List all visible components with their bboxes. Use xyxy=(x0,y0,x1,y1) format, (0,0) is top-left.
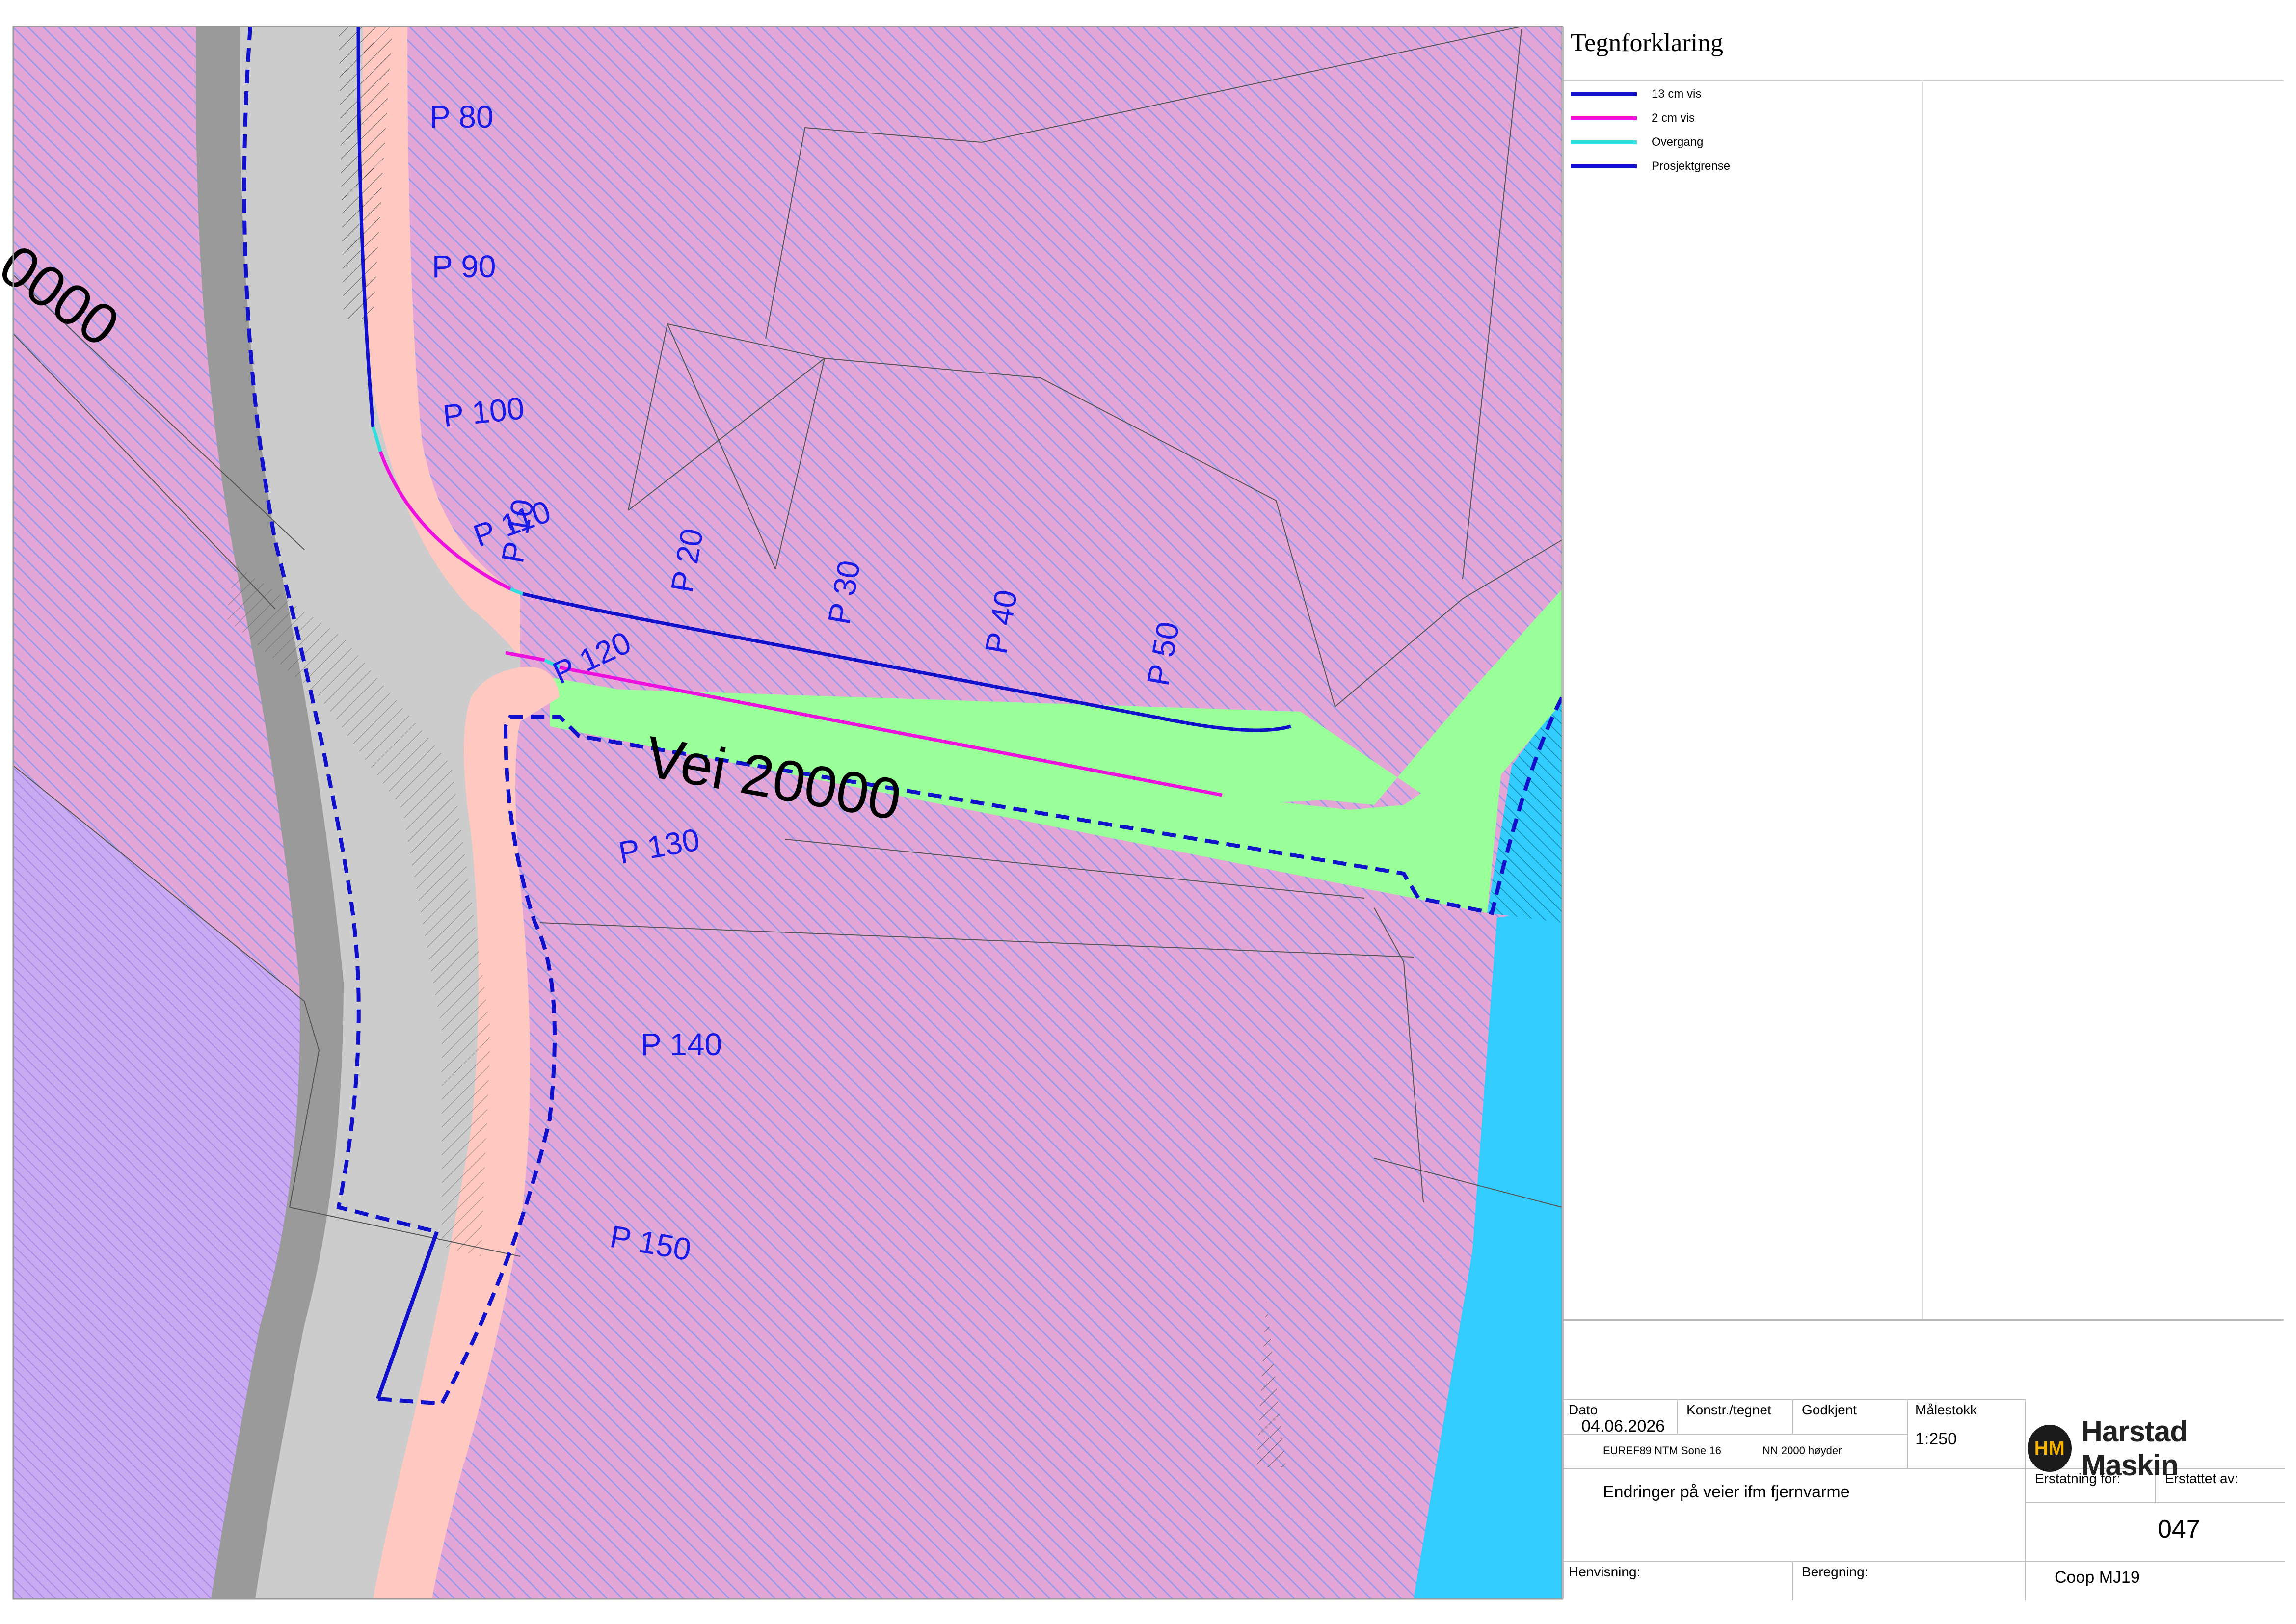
legend-title: Tegnforklaring xyxy=(1571,29,1724,57)
dato-value: 04.06.2026 xyxy=(1581,1417,1665,1436)
malestokk-label: Målestokk xyxy=(1915,1402,1977,1417)
legend-item-prosjektgrense: Prosjektgrense xyxy=(1571,157,1730,176)
logo-badge-icon: HM xyxy=(2028,1425,2072,1472)
erstatning-label: Erstatning for: xyxy=(2035,1471,2121,1486)
height-ref-text: NN 2000 høyder xyxy=(1762,1444,1842,1457)
legend-swatch-13cm xyxy=(1571,92,1637,96)
henvisning-label: Henvisning: xyxy=(1569,1564,1641,1579)
drawing-sheet: P 80 P 90 P 100 P 110 P 10 P 20 P 30 P 4… xyxy=(0,0,2296,1624)
legend-label-2cm: 2 cm vis xyxy=(1652,111,1695,125)
legend-label-prosjektgrense: Prosjektgrense xyxy=(1652,160,1731,173)
point-label-p90: P 90 xyxy=(432,249,496,284)
legend-label-overgang: Overgang xyxy=(1652,135,1704,149)
legend-item-13cm: 13 cm vis xyxy=(1571,84,1701,104)
project-name: Coop MJ19 xyxy=(2055,1568,2140,1587)
legend-panel: Tegnforklaring 13 cm vis 2 cm vis Overga… xyxy=(1562,27,2284,1319)
konstr-label: Konstr./tegnet xyxy=(1686,1402,1771,1417)
dato-label: Dato xyxy=(1569,1402,1598,1417)
legend-divider xyxy=(1564,80,2284,81)
legend-item-overgang: Overgang xyxy=(1571,133,1703,152)
point-label-p80: P 80 xyxy=(429,99,494,134)
legend-item-2cm: 2 cm vis xyxy=(1571,108,1695,128)
legend-swatch-prosjektgrense xyxy=(1571,164,1637,168)
legend-column-divider xyxy=(1922,80,1923,1319)
beregning-label: Beregning: xyxy=(1802,1564,1869,1579)
legend-swatch-overgang xyxy=(1571,140,1637,144)
legend-label-13cm: 13 cm vis xyxy=(1652,87,1702,101)
erstattet-label: Erstattet av: xyxy=(2165,1471,2239,1486)
point-label-p140: P 140 xyxy=(641,1027,722,1062)
crs-text: EUREF89 NTM Sone 16 xyxy=(1603,1444,1721,1457)
legend-swatch-2cm xyxy=(1571,116,1637,120)
title-block: Dato 04.06.2026 Konstr./tegnet Godkjent … xyxy=(1562,1319,2285,1600)
godkjent-label: Godkjent xyxy=(1802,1402,1857,1417)
drawing-number: 047 xyxy=(2158,1515,2200,1544)
malestokk-value: 1:250 xyxy=(1915,1430,1957,1448)
description-text: Endringer på veier ifm fjernvarme xyxy=(1603,1483,1850,1501)
